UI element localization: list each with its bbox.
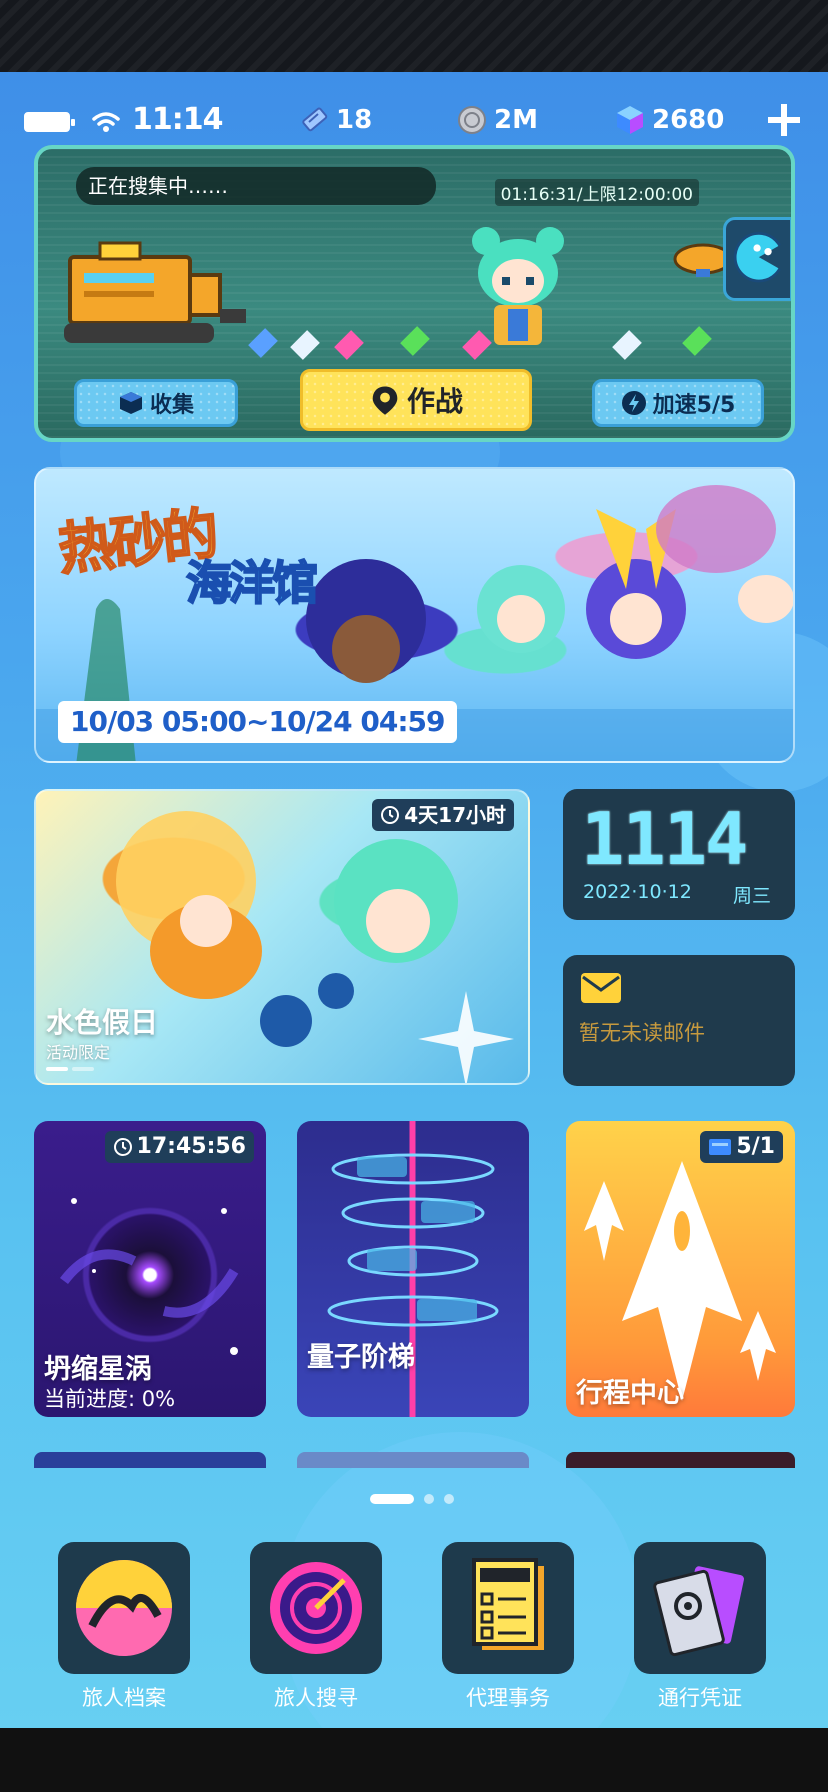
character-sprite	[472, 227, 564, 345]
battle-button[interactable]: 作战	[300, 369, 532, 431]
boost-button[interactable]: 加速5/5	[592, 379, 764, 427]
archive-icon	[58, 1542, 190, 1674]
mail-widget-text: 暂无未读邮件	[579, 1021, 705, 1045]
banner-title-line2: 海洋馆	[185, 555, 319, 611]
card-trip-center[interactable]: 5/1 行程中心	[566, 1121, 795, 1417]
clock-widget-weekday: 周三	[732, 885, 771, 907]
next-row-card-peek	[566, 1452, 795, 1468]
home-screen: 11:14 18 2M 2680 正在搜集中…… 01:16:31/上限12:0…	[0, 72, 828, 1728]
ladder-title: 量子阶梯	[307, 1342, 415, 1373]
trip-badge-text: 5/1	[736, 1134, 775, 1159]
clock-widget-date: 2022·10·12	[583, 881, 692, 903]
trip-badge: 5/1	[700, 1131, 783, 1163]
ticket-card-icon	[709, 1139, 732, 1155]
resource-coins[interactable]: 2M	[456, 104, 538, 136]
collect-button[interactable]: 收集	[74, 379, 238, 427]
gem-count: 2680	[652, 105, 725, 135]
next-row-card-peek	[34, 1452, 266, 1468]
dock-agent-affairs[interactable]: 代理事务	[442, 1542, 574, 1712]
dock-label: 通行凭证	[658, 1686, 742, 1710]
clock-widget-time: 1114	[581, 797, 748, 881]
wifi-icon	[92, 112, 120, 132]
resource-tickets[interactable]: 18	[298, 104, 372, 136]
task-icon	[442, 1542, 574, 1674]
vortex-title: 坍缩星涡	[44, 1354, 152, 1385]
dock-traveler-search[interactable]: 旅人搜寻	[250, 1542, 382, 1712]
collect-panel: 正在搜集中…… 01:16:31/上限12:00:00 收集 作战 加速5/5	[34, 145, 795, 442]
ticket-icon	[302, 107, 328, 132]
excavator-machine-icon	[64, 241, 246, 343]
banner-date-range: 10/03 05:00~10/24 04:59	[58, 701, 457, 743]
gem-crystal	[400, 326, 430, 356]
ticket-count: 18	[336, 105, 373, 135]
mail-icon	[581, 973, 621, 1003]
add-currency-button[interactable]	[764, 100, 804, 140]
radar-icon	[250, 1542, 382, 1674]
gem-crystal	[290, 330, 320, 360]
battle-button-label: 作战	[406, 385, 463, 418]
event-dot	[46, 1067, 68, 1071]
card-quantum-ladder[interactable]: 量子阶梯	[297, 1121, 529, 1417]
dock-label: 旅人搜寻	[274, 1686, 358, 1710]
card-collapse-vortex[interactable]: 17:45:56 坍缩星涡 当前进度: 0%	[34, 1121, 266, 1417]
device-bottom-bezel	[0, 1728, 828, 1792]
status-bar: 11:14 18 2M 2680	[0, 90, 828, 150]
box-icon	[119, 392, 142, 414]
lightning-icon	[621, 391, 646, 415]
page-dot[interactable]	[444, 1494, 454, 1504]
dock-traveler-archive[interactable]: 旅人档案	[58, 1542, 190, 1712]
coin-icon	[458, 106, 486, 134]
event-page-indicator	[46, 1067, 94, 1071]
event-banner[interactable]: 热砂的 海洋馆 10/03 05:00~10/24 04:59	[34, 467, 795, 763]
collect-status-text: 正在搜集中……	[76, 167, 436, 205]
collect-timer: 01:16:31/上限12:00:00	[494, 179, 699, 206]
gem-crystal	[334, 330, 364, 360]
pacman-avatar-icon	[733, 232, 785, 283]
page-dot[interactable]	[424, 1494, 434, 1504]
side-avatar-button[interactable]	[723, 217, 791, 301]
vortex-timer-text: 17:45:56	[136, 1134, 246, 1159]
dock-label: 代理事务	[466, 1686, 550, 1710]
page-indicator	[370, 1494, 454, 1504]
event-timer-text: 4天17小时	[404, 803, 506, 827]
collect-button-label: 收集	[149, 393, 194, 418]
event-dot	[72, 1067, 94, 1071]
gem-crystal	[612, 330, 642, 360]
coin-count: 2M	[494, 105, 538, 135]
vortex-progress: 当前进度: 0%	[44, 1387, 176, 1411]
status-time: 11:14	[132, 102, 223, 137]
dock-pass-credential[interactable]: 通行凭证	[634, 1542, 766, 1712]
event-timer: 4天17小时	[372, 799, 514, 831]
clock-icon	[113, 1138, 132, 1156]
location-pin-icon	[372, 386, 398, 415]
battery-icon	[24, 112, 75, 132]
next-row-card-peek	[297, 1452, 529, 1468]
gem-crystal	[248, 328, 278, 358]
pass-card-icon	[634, 1542, 766, 1674]
dock-label: 旅人档案	[82, 1686, 166, 1710]
gem-crystal	[682, 326, 712, 356]
boost-button-label: 加速5/5	[652, 393, 736, 418]
event-title: 水色假日	[46, 1006, 159, 1039]
page-dot[interactable]	[370, 1494, 414, 1504]
clock-widget: 1114 2022·10·12 周三	[563, 789, 795, 920]
event-card-water-holiday[interactable]: 4天17小时 水色假日 活动限定	[34, 789, 530, 1085]
gem-cube-icon	[617, 106, 643, 134]
mail-widget[interactable]: 暂无未读邮件	[563, 955, 795, 1086]
clock-icon	[381, 806, 400, 824]
resource-gems[interactable]: 2680	[614, 104, 724, 136]
vortex-timer: 17:45:56	[104, 1131, 254, 1163]
event-subtitle: 活动限定	[46, 1043, 111, 1062]
trip-title: 行程中心	[576, 1378, 684, 1409]
